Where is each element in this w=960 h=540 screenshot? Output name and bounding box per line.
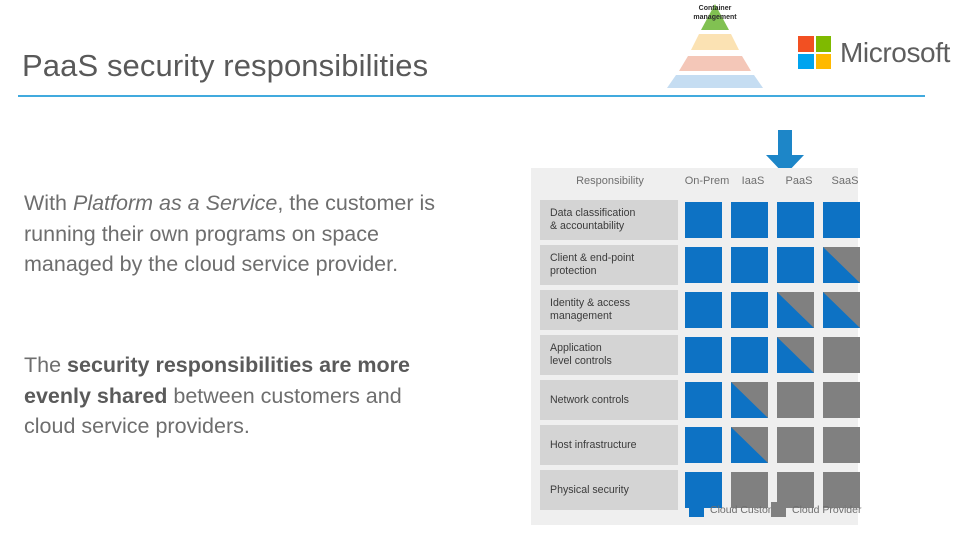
- matrix-row-label: Client & end-point protection: [540, 245, 678, 285]
- logo-square-blue: [798, 53, 814, 69]
- matrix-row: Client & end-point protection: [531, 245, 860, 288]
- column-header-responsibility: Responsibility: [576, 175, 644, 187]
- column-header-iaas: IaaS: [741, 175, 765, 187]
- matrix-row-label: Data classification & accountability: [540, 200, 678, 240]
- paragraph-1-emphasis: Platform as a Service: [72, 191, 278, 215]
- matrix-cell: [823, 247, 860, 283]
- matrix-cell: [731, 292, 768, 328]
- microsoft-logo-icon: [798, 36, 831, 69]
- matrix-cell: [823, 382, 860, 418]
- pyramid-layer-third: [679, 56, 751, 71]
- matrix-cell: [685, 337, 722, 373]
- matrix-header-row: Responsibility On-Prem IaaS PaaS SaaS: [531, 168, 858, 200]
- legend-item-cloud-provider: Cloud Provider: [771, 502, 861, 517]
- matrix-cell: [823, 427, 860, 463]
- matrix-row: Application level controls: [531, 335, 860, 378]
- column-header-on-prem: On-Prem: [684, 175, 730, 187]
- matrix-cell: [685, 202, 722, 238]
- shared-responsibility-matrix: Responsibility On-Prem IaaS PaaS SaaS Da…: [531, 168, 861, 525]
- matrix-row: Host infrastructure: [531, 425, 860, 468]
- paragraph-1-lead: With: [24, 191, 73, 215]
- matrix-cell: [685, 292, 722, 328]
- matrix-cell: [823, 337, 860, 373]
- matrix-row: Data classification & accountability: [531, 200, 860, 243]
- matrix-cell: [777, 427, 814, 463]
- matrix-cell: [777, 202, 814, 238]
- column-header-paas: PaaS: [785, 175, 813, 187]
- matrix-cell: [731, 337, 768, 373]
- column-header-saas: SaaS: [831, 175, 859, 187]
- matrix-cell: [731, 382, 768, 418]
- pyramid-layer-second: [691, 34, 739, 50]
- matrix-row-label: Host infrastructure: [540, 425, 678, 465]
- body-paragraph-1: With Platform as a Service, the customer…: [24, 188, 444, 280]
- matrix-row-label: Identity & access management: [540, 290, 678, 330]
- matrix-cell: [685, 427, 722, 463]
- logo-square-green: [815, 36, 831, 52]
- body-paragraph-2: The security responsibilities are more e…: [24, 350, 444, 442]
- matrix-cell: [685, 247, 722, 283]
- matrix-row: Network controls: [531, 380, 860, 423]
- matrix-cell: [731, 202, 768, 238]
- legend-swatch-provider: [771, 502, 786, 517]
- logo-square-red: [798, 36, 814, 52]
- matrix-row: Identity & access management: [531, 290, 860, 333]
- matrix-row-label: Network controls: [540, 380, 678, 420]
- container-management-pyramid: Container management: [655, 2, 775, 90]
- logo-square-yellow: [815, 53, 831, 69]
- microsoft-wordmark: Microsoft: [840, 36, 950, 68]
- legend-label-provider: Cloud Provider: [792, 503, 862, 516]
- matrix-cell: [823, 292, 860, 328]
- legend-swatch-customer: [689, 502, 704, 517]
- paragraph-2-lead: The: [24, 353, 68, 377]
- matrix-body: Data classification & accountability Clien…: [531, 200, 860, 513]
- matrix-cell: [777, 292, 814, 328]
- title-underline-rule: [18, 95, 925, 97]
- matrix-cell: [777, 337, 814, 373]
- matrix-cell: [731, 427, 768, 463]
- matrix-cell: [685, 382, 722, 418]
- matrix-cell: [777, 247, 814, 283]
- matrix-row-label: Application level controls: [540, 335, 678, 375]
- matrix-cell: [777, 382, 814, 418]
- matrix-cell: [731, 247, 768, 283]
- page-title: PaaS security responsibilities: [22, 48, 429, 83]
- matrix-legend: Cloud Customer Cloud Provider: [531, 502, 861, 520]
- pyramid-label: Container management: [693, 5, 737, 21]
- pyramid-layer-base: [667, 75, 763, 88]
- microsoft-logo: Microsoft: [798, 36, 950, 69]
- matrix-cell: [823, 202, 860, 238]
